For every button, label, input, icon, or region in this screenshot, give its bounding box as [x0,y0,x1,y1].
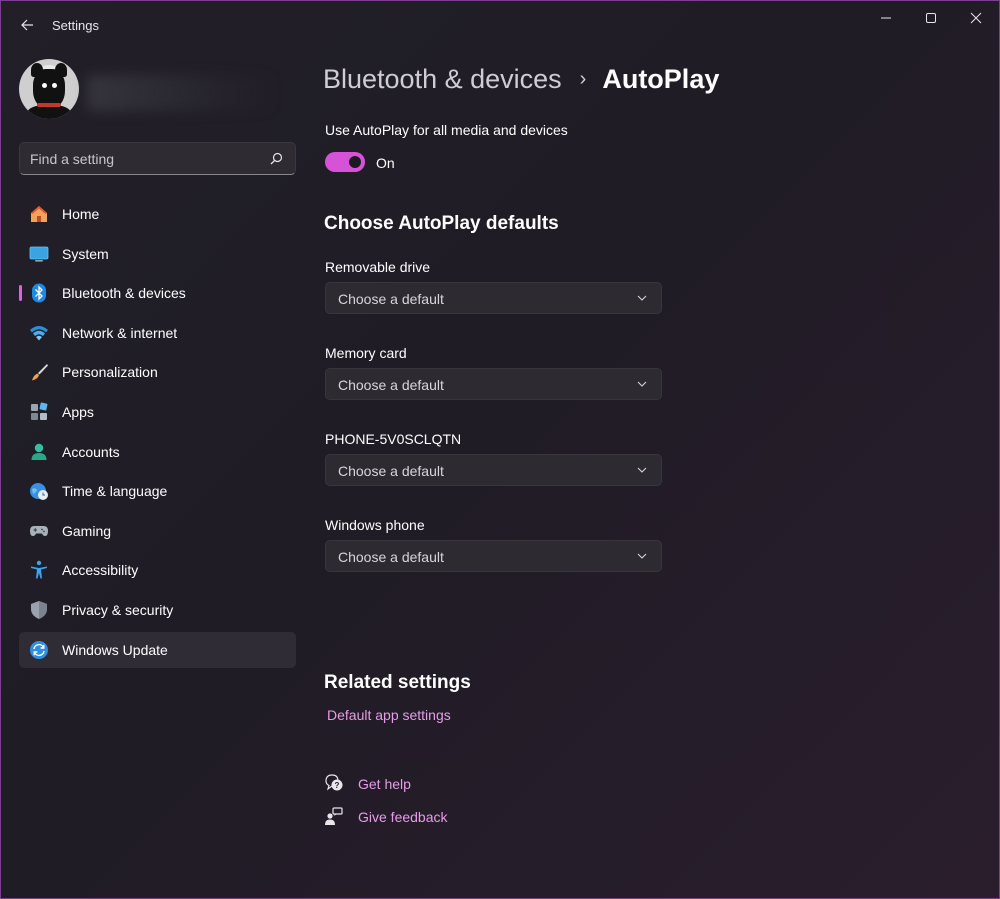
sidebar-item-windows-update[interactable]: Windows Update [19,631,296,668]
sidebar-nav: Home System Bluetooth & devices Network … [19,196,296,671]
sidebar-item-label: Network & internet [62,324,178,341]
back-button[interactable] [13,11,41,39]
autoplay-toggle[interactable] [325,152,365,172]
apps-icon [31,402,48,420]
gamepad-icon [30,525,48,536]
back-arrow-icon [21,19,33,31]
dropdown-value: Choose a default [338,291,444,307]
sidebar-item-label: Accounts [62,443,120,460]
get-help-link[interactable]: Get help [358,776,411,792]
chevron-down-icon [637,553,647,559]
search-input[interactable] [30,143,260,174]
system-icon [29,246,49,262]
sidebar-item-apps[interactable]: Apps [19,394,296,430]
user-profile[interactable] [19,59,277,119]
removable-drive-dropdown[interactable]: Choose a default [325,282,662,314]
dropdown-value: Choose a default [338,377,444,393]
wifi-icon [30,325,48,341]
title-bar: Settings [1,1,999,49]
section-title-related-settings: Related settings [324,672,471,693]
blurred-account-info [87,75,277,111]
settings-window: Settings Find a setting Home System Blue… [0,0,1000,899]
minimize-icon [881,17,891,19]
sidebar-item-home[interactable]: Home [19,196,296,232]
sidebar-item-label: Accessibility [62,562,139,579]
sidebar-item-label: Time & language [62,483,168,500]
breadcrumb-parent-link[interactable]: Bluetooth & devices [323,64,562,95]
section-title-autoplay-defaults: Choose AutoPlay defaults [324,213,559,234]
brush-icon [32,364,48,381]
shield-icon [31,600,47,619]
sidebar-item-network-internet[interactable]: Network & internet [19,315,296,351]
update-icon [30,640,48,659]
memory-card-dropdown[interactable]: Choose a default [325,368,662,400]
dropdown-value: Choose a default [338,549,444,565]
maximize-button[interactable] [908,5,954,31]
memory-card-label: Memory card [325,345,407,361]
sidebar-item-accounts[interactable]: Accounts [19,434,296,470]
sidebar-item-privacy-security[interactable]: Privacy & security [19,592,296,628]
toggle-knob [349,156,361,168]
sidebar-item-time-language[interactable]: Time & language [19,473,296,509]
bluetooth-icon [32,283,46,303]
windows-phone-label: Windows phone [325,517,425,533]
dropdown-value: Choose a default [338,463,444,479]
get-help-icon: ? [325,774,343,791]
windows-phone-dropdown[interactable]: Choose a default [325,540,662,572]
sidebar-item-gaming[interactable]: Gaming [19,513,296,549]
chevron-down-icon [637,467,647,473]
avatar [19,59,79,119]
default-app-settings-link[interactable]: Default app settings [327,707,451,723]
svg-text:?: ? [335,781,340,790]
phone-device-label: PHONE-5V0SCLQTN [325,431,462,447]
accounts-icon [31,443,47,460]
chevron-down-icon [637,295,647,301]
home-icon [31,206,47,222]
minimize-button[interactable] [863,5,909,31]
give-feedback-icon [325,807,343,825]
autoplay-toggle-label: Use AutoPlay for all media and devices [325,122,568,138]
search-icon[interactable] [270,152,283,165]
sidebar-item-label: Bluetooth & devices [62,285,186,302]
close-icon [970,12,982,24]
sidebar-item-label: Apps [62,403,94,420]
sidebar-item-system[interactable]: System [19,236,296,272]
page-title: AutoPlay [602,63,720,94]
sidebar-item-accessibility[interactable]: Accessibility [19,552,296,588]
removable-drive-label: Removable drive [325,259,431,275]
sidebar-item-label: System [62,245,109,262]
toggle-state-text: On [376,155,395,171]
chevron-down-icon [637,381,647,387]
give-feedback-link[interactable]: Give feedback [358,809,448,825]
sidebar-item-personalization[interactable]: Personalization [19,354,296,390]
maximize-icon [926,13,936,23]
app-title: Settings [52,18,99,33]
breadcrumb: Bluetooth & devices › AutoPlay [323,59,719,99]
sidebar-item-label: Gaming [62,522,112,539]
chevron-right-icon: › [579,67,587,90]
sidebar-item-label: Home [62,206,100,222]
selection-indicator [19,285,22,302]
sidebar-item-label: Personalization [62,364,158,381]
search-box[interactable] [19,142,296,175]
sidebar-item-label: Windows Update [62,641,168,658]
accessibility-icon [31,561,47,579]
close-button[interactable] [953,5,999,31]
globe-clock-icon [30,483,48,501]
sidebar-item-label: Privacy & security [62,601,174,618]
phone-device-dropdown[interactable]: Choose a default [325,454,662,486]
sidebar-item-bluetooth-devices[interactable]: Bluetooth & devices [19,275,296,311]
